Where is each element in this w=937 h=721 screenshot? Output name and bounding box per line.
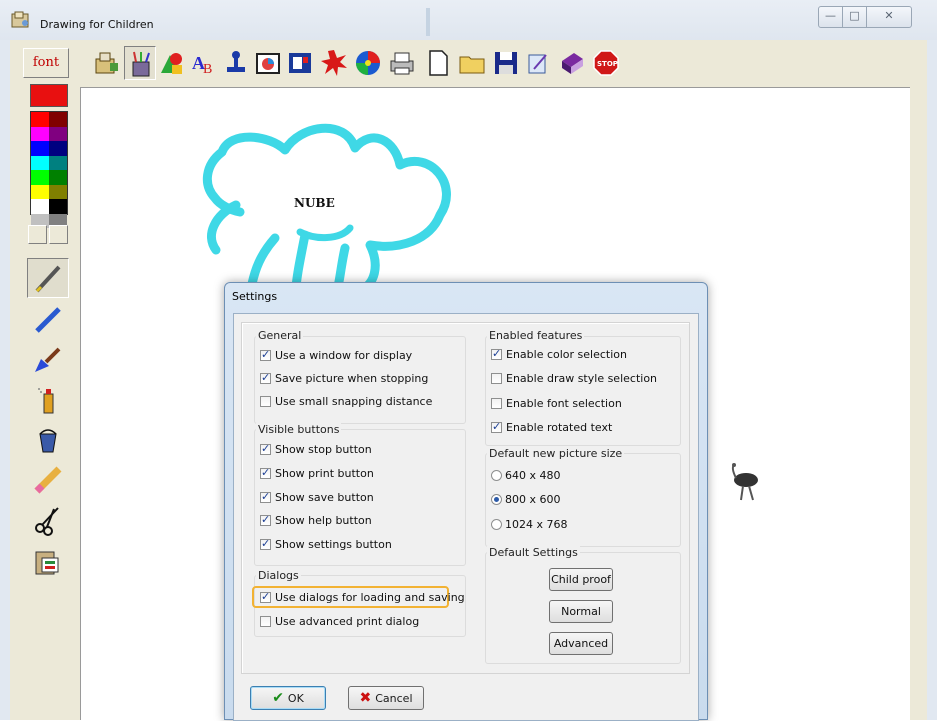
option-label: Use a window for display <box>275 349 413 362</box>
option-label: Use dialogs for loading and saving <box>275 591 465 604</box>
option-label: Enable draw style selection <box>506 372 658 385</box>
checkbox-box <box>260 371 271 384</box>
dialog-body: General Use a window for display Save pi… <box>233 313 699 721</box>
ok-button[interactable]: ✔ OK <box>250 686 326 710</box>
show-save-checkbox[interactable]: Show save button <box>260 490 374 504</box>
checkbox-box <box>260 466 271 479</box>
option-label: Enable color selection <box>506 348 627 361</box>
checkbox-box <box>260 442 271 455</box>
checkbox-box <box>260 616 271 627</box>
enable-rotated-text-checkbox[interactable]: Enable rotated text <box>491 420 613 434</box>
cancel-x-icon: ✖ <box>359 690 372 706</box>
dialog-title: Settings <box>232 290 278 303</box>
settings-panel: General Use a window for display Save pi… <box>241 322 690 674</box>
show-print-checkbox[interactable]: Show print button <box>260 466 374 480</box>
ok-label: OK <box>287 691 304 705</box>
size-800-radio[interactable]: 800 x 600 <box>491 493 561 506</box>
use-dialogs-checkbox[interactable]: Use dialogs for loading and saving <box>260 590 465 604</box>
save-on-stop-checkbox[interactable]: Save picture when stopping <box>260 371 429 385</box>
enable-color-checkbox[interactable]: Enable color selection <box>491 347 627 361</box>
radio-circle <box>491 470 502 481</box>
option-label: Show settings button <box>275 538 392 551</box>
option-label: Save picture when stopping <box>275 372 429 385</box>
size-640-radio[interactable]: 640 x 480 <box>491 469 561 482</box>
option-label: 800 x 600 <box>505 493 561 506</box>
option-label: Enable rotated text <box>506 421 613 434</box>
checkbox-box <box>260 537 271 550</box>
cloud-label: NUBE <box>294 196 335 210</box>
checkbox-box <box>260 490 271 503</box>
advanced-print-checkbox[interactable]: Use advanced print dialog <box>260 615 419 628</box>
cancel-button[interactable]: ✖ Cancel <box>348 686 424 710</box>
checkbox-box <box>491 398 502 409</box>
enabled-features-label: Enabled features <box>487 329 585 342</box>
normal-button[interactable]: Normal <box>549 600 613 623</box>
dialogs-group-label: Dialogs <box>256 569 301 582</box>
show-help-checkbox[interactable]: Show help button <box>260 513 372 527</box>
checkbox-box <box>260 513 271 526</box>
ostrich-stamp-icon <box>731 463 758 501</box>
show-settings-checkbox[interactable]: Show settings button <box>260 537 392 551</box>
radio-circle <box>491 494 502 505</box>
option-label: Show save button <box>275 491 374 504</box>
show-stop-checkbox[interactable]: Show stop button <box>260 442 372 456</box>
option-label: 640 x 480 <box>505 469 561 482</box>
option-label: 1024 x 768 <box>505 518 568 531</box>
settings-dialog: Settings General Use a window for displa… <box>224 282 708 721</box>
enable-draw-style-checkbox[interactable]: Enable draw style selection <box>491 372 657 385</box>
checkbox-box <box>491 347 502 360</box>
general-group-label: General <box>256 329 304 342</box>
option-label: Use small snapping distance <box>275 395 433 408</box>
checkbox-box <box>491 420 502 433</box>
size-1024-radio[interactable]: 1024 x 768 <box>491 518 568 531</box>
visible-buttons-label: Visible buttons <box>256 423 342 436</box>
checkbox-box <box>260 590 271 603</box>
cancel-label: Cancel <box>375 691 413 705</box>
checkbox-box <box>260 396 271 407</box>
option-label: Show stop button <box>275 443 372 456</box>
picture-size-label: Default new picture size <box>487 447 625 460</box>
option-label: Show help button <box>275 514 372 527</box>
option-label: Use advanced print dialog <box>275 615 420 628</box>
default-settings-label: Default Settings <box>487 546 580 559</box>
check-icon: ✔ <box>272 690 284 706</box>
option-label: Enable font selection <box>506 397 622 410</box>
option-label: Show print button <box>275 467 374 480</box>
child-proof-button[interactable]: Child proof <box>549 568 613 591</box>
checkbox-box <box>491 373 502 384</box>
radio-circle <box>491 519 502 530</box>
small-snapping-checkbox[interactable]: Use small snapping distance <box>260 395 432 408</box>
checkbox-box <box>260 348 271 361</box>
advanced-button[interactable]: Advanced <box>549 632 613 655</box>
use-window-checkbox[interactable]: Use a window for display <box>260 348 413 362</box>
enable-font-checkbox[interactable]: Enable font selection <box>491 397 622 410</box>
